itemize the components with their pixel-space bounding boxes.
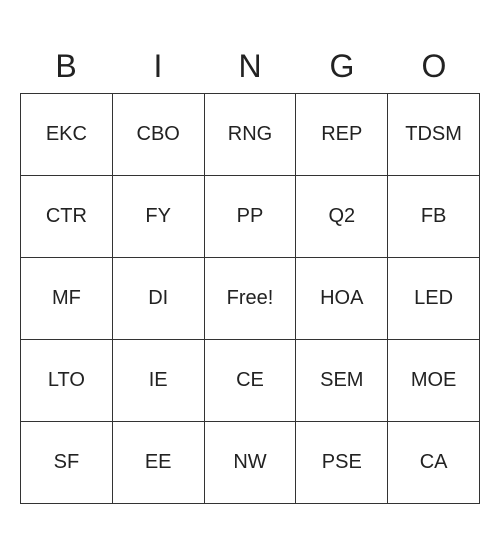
cell-r4-c3[interactable]: PSE	[296, 422, 388, 504]
cell-r1-c3[interactable]: Q2	[296, 176, 388, 258]
header-letter: N	[204, 40, 296, 93]
cell-r4-c0[interactable]: SF	[21, 422, 113, 504]
cell-r3-c3[interactable]: SEM	[296, 340, 388, 422]
header-letter: O	[388, 40, 480, 93]
cell-r2-c1[interactable]: DI	[113, 258, 205, 340]
cell-r3-c1[interactable]: IE	[113, 340, 205, 422]
header-letter: B	[20, 40, 112, 93]
cell-r4-c1[interactable]: EE	[113, 422, 205, 504]
header-letter: I	[112, 40, 204, 93]
cell-r3-c2[interactable]: CE	[205, 340, 297, 422]
cell-r4-c2[interactable]: NW	[205, 422, 297, 504]
cell-r1-c0[interactable]: CTR	[21, 176, 113, 258]
cell-r2-c0[interactable]: MF	[21, 258, 113, 340]
header-letter: G	[296, 40, 388, 93]
cell-r0-c3[interactable]: REP	[296, 94, 388, 176]
cell-r2-c2[interactable]: Free!	[205, 258, 297, 340]
cell-r4-c4[interactable]: CA	[388, 422, 480, 504]
bingo-card: BINGO EKCCBORNGREPTDSM CTRFYPPQ2FB MFDIFre…	[20, 40, 480, 504]
cell-r1-c2[interactable]: PP	[205, 176, 297, 258]
cell-r0-c1[interactable]: CBO	[113, 94, 205, 176]
cell-r1-c4[interactable]: FB	[388, 176, 480, 258]
cell-r0-c0[interactable]: EKC	[21, 94, 113, 176]
bingo-grid: EKCCBORNGREPTDSMCTRFYPPQ2FBMFDIFree!HOAL…	[20, 93, 480, 504]
cell-r1-c1[interactable]: FY	[113, 176, 205, 258]
bingo-header: BINGO	[20, 40, 480, 93]
cell-r0-c4[interactable]: TDSM	[388, 94, 480, 176]
cell-r3-c4[interactable]: MOE	[388, 340, 480, 422]
cell-r3-c0[interactable]: LTO	[21, 340, 113, 422]
cell-r2-c3[interactable]: HOA	[296, 258, 388, 340]
cell-r0-c2[interactable]: RNG	[205, 94, 297, 176]
cell-r2-c4[interactable]: LED	[388, 258, 480, 340]
